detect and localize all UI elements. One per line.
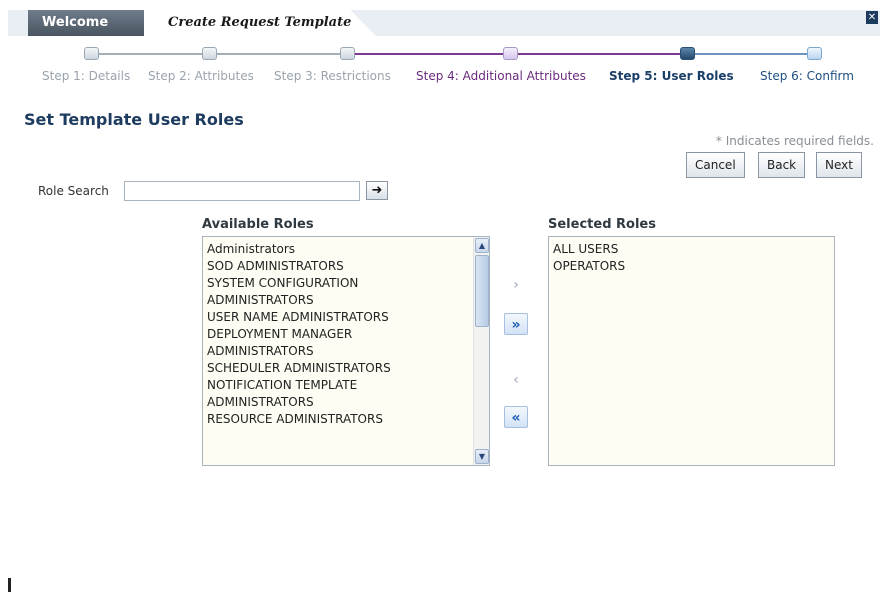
- list-item[interactable]: ADMINISTRATORS: [203, 394, 473, 411]
- list-item[interactable]: Administrators: [203, 241, 473, 258]
- available-roles-list[interactable]: Administrators SOD ADMINISTRATORS SYSTEM…: [202, 236, 490, 466]
- list-item[interactable]: RESOURCE ADMINISTRATORS: [203, 411, 473, 428]
- list-item[interactable]: SOD ADMINISTRATORS: [203, 258, 473, 275]
- selected-roles-header: Selected Roles: [548, 217, 656, 232]
- list-item[interactable]: ADMINISTRATORS: [203, 292, 473, 309]
- move-all-button[interactable]: »: [504, 313, 528, 335]
- role-search-go-button[interactable]: ➜: [366, 181, 388, 200]
- train-stop-2[interactable]: [202, 47, 217, 60]
- list-item[interactable]: OPERATORS: [549, 258, 834, 275]
- cancel-button[interactable]: Cancel: [686, 152, 745, 178]
- remove-all-button[interactable]: «: [504, 406, 528, 428]
- step-label-6[interactable]: Step 6: Confirm: [760, 69, 854, 83]
- list-item[interactable]: SYSTEM CONFIGURATION: [203, 275, 473, 292]
- step-label-3[interactable]: Step 3: Restrictions: [274, 69, 391, 83]
- list-item[interactable]: DEPLOYMENT MANAGER: [203, 326, 473, 343]
- text-cursor-icon: [8, 578, 11, 592]
- arrow-right-icon: ➜: [371, 183, 383, 198]
- available-roles-scrollbar[interactable]: ▲ ▼: [473, 237, 489, 465]
- next-button[interactable]: Next: [816, 152, 862, 178]
- move-selected-button[interactable]: ›: [504, 274, 528, 296]
- close-icon[interactable]: ✕: [866, 11, 878, 24]
- scroll-down-icon[interactable]: ▼: [475, 449, 489, 464]
- required-fields-note: * Indicates required fields.: [715, 134, 874, 148]
- step-label-2[interactable]: Step 2: Attributes: [148, 69, 254, 83]
- step-label-4[interactable]: Step 4: Additional Attributes: [416, 69, 586, 83]
- role-search-label: Role Search: [38, 184, 109, 198]
- list-item[interactable]: ALL USERS: [549, 241, 834, 258]
- train-stop-1[interactable]: [84, 47, 99, 60]
- list-item[interactable]: USER NAME ADMINISTRATORS: [203, 309, 473, 326]
- train-stop-6[interactable]: [807, 47, 822, 60]
- tab-welcome[interactable]: Welcome: [28, 10, 146, 36]
- scroll-thumb[interactable]: [475, 255, 489, 327]
- step-label-1[interactable]: Step 1: Details: [42, 69, 130, 83]
- train-stop-5: [680, 47, 695, 60]
- tab-strip: Welcome Create Request Template: [8, 10, 880, 36]
- list-item[interactable]: SCHEDULER ADMINISTRATORS: [203, 360, 473, 377]
- list-item[interactable]: NOTIFICATION TEMPLATE: [203, 377, 473, 394]
- list-item[interactable]: ADMINISTRATORS: [203, 343, 473, 360]
- remove-selected-button[interactable]: ‹: [504, 369, 528, 391]
- scroll-up-icon[interactable]: ▲: [475, 238, 489, 253]
- train-stop-3[interactable]: [340, 47, 355, 60]
- tab-create-request-template[interactable]: Create Request Template: [144, 10, 376, 36]
- selected-roles-list[interactable]: ALL USERS OPERATORS: [548, 236, 835, 466]
- train-stop-4[interactable]: [503, 47, 518, 60]
- available-roles-header: Available Roles: [202, 217, 314, 232]
- back-button[interactable]: Back: [758, 152, 806, 178]
- step-label-5: Step 5: User Roles: [609, 69, 734, 83]
- role-search-input[interactable]: [124, 181, 360, 201]
- page-title: Set Template User Roles: [24, 110, 244, 129]
